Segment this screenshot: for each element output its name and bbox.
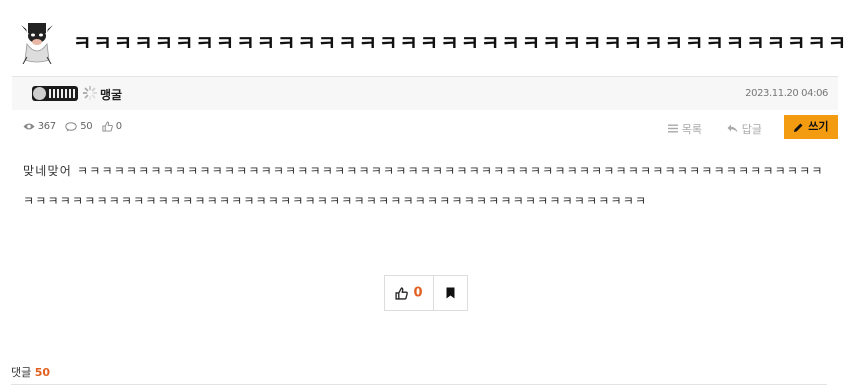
like-button[interactable]: 0 [385, 276, 434, 310]
write-label: 쓰기 [808, 120, 829, 133]
write-button[interactable]: 쓰기 [784, 115, 838, 139]
reply-button[interactable]: 답글 [727, 121, 762, 137]
comments-divider [11, 384, 827, 385]
post-stats: 367 50 0 [23, 121, 129, 133]
vote-box: 0 [384, 275, 468, 311]
like-count: 0 [413, 285, 423, 301]
views-count: 367 [37, 121, 56, 132]
post-header: ㅋㅋㅋㅋㅋㅋㅋㅋㅋㅋㅋㅋㅋㅋㅋㅋㅋㅋㅋㅋㅋㅋㅋㅋㅋㅋㅋㅋㅋㅋㅋㅋㅋㅋㅋㅋㅋㅋ [0, 0, 850, 74]
list-icon [668, 124, 679, 133]
post-actions: 목록 답글 쓰기 [638, 115, 838, 139]
thumbs-up-icon [395, 287, 409, 300]
comments-header: 댓글 50 [11, 364, 50, 380]
bookmark-button[interactable] [434, 276, 467, 310]
level-badge-icon [32, 86, 78, 101]
list-label: 목록 [681, 123, 702, 136]
post-title: ㅋㅋㅋㅋㅋㅋㅋㅋㅋㅋㅋㅋㅋㅋㅋㅋㅋㅋㅋㅋㅋㅋㅋㅋㅋㅋㅋㅋㅋㅋㅋㅋㅋㅋㅋㅋㅋㅋ [73, 31, 849, 55]
author-avatar-icon [21, 23, 53, 64]
post-date: 2023.11.20 04:06 [745, 88, 828, 99]
list-button[interactable]: 목록 [668, 121, 702, 137]
author-name[interactable]: 맹굴 [100, 86, 122, 103]
thumbs-up-icon [102, 121, 113, 132]
comments-count: 50 [80, 121, 93, 132]
bookmark-icon [446, 287, 455, 299]
comments-header-count: 50 [34, 366, 51, 379]
spinner-icon [82, 85, 98, 101]
reply-icon [727, 124, 738, 133]
likes-count: 0 [115, 121, 122, 132]
comments-label: 댓글 [11, 366, 32, 379]
comment-icon [65, 121, 78, 131]
eye-icon [23, 123, 35, 130]
reply-label: 답글 [741, 123, 762, 136]
author-bar: 맹굴 2023.11.20 04:06 [12, 76, 838, 110]
post-body: 맞네맞어 ㅋㅋㅋㅋㅋㅋㅋㅋㅋㅋㅋㅋㅋㅋㅋㅋㅋㅋㅋㅋㅋㅋㅋㅋㅋㅋㅋㅋㅋㅋㅋㅋㅋㅋㅋ… [23, 164, 824, 208]
pencil-icon [794, 123, 803, 132]
